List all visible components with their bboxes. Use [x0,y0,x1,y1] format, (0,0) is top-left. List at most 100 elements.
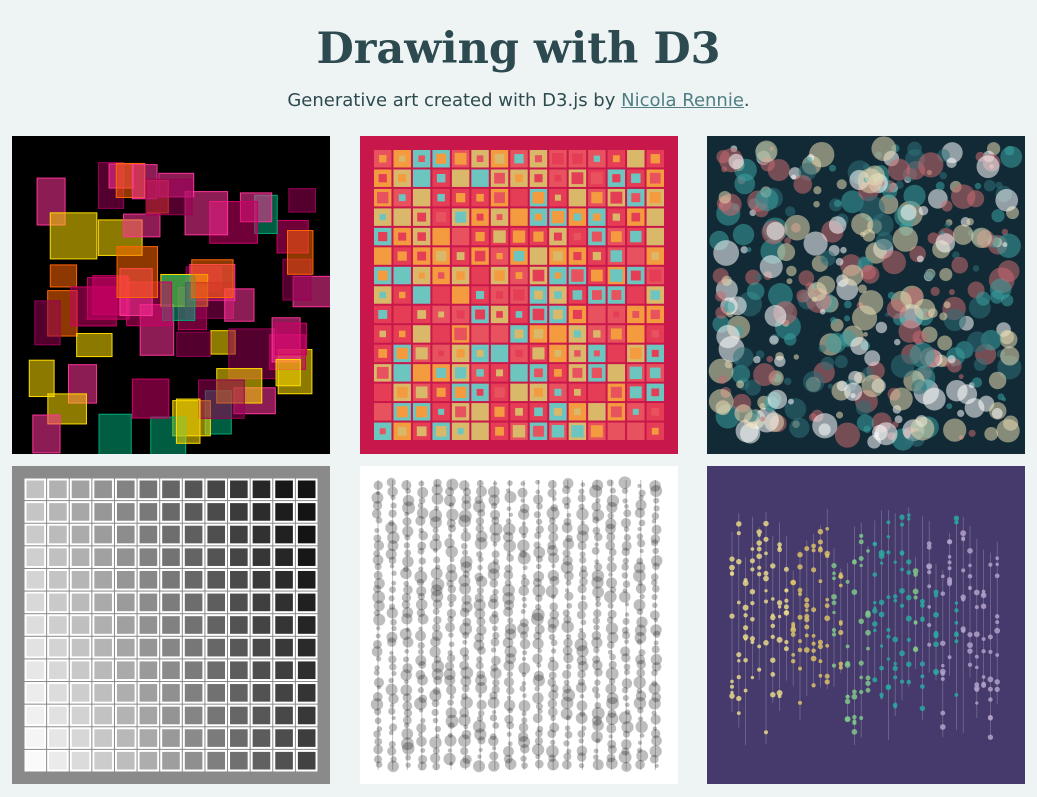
art-dot [575,712,588,725]
art-square-inner [590,172,603,185]
art-gray-cell [250,523,273,546]
art-circle [941,200,953,212]
art-dot [622,730,630,738]
art-dot [591,546,600,555]
art-square-inner [649,172,661,184]
art-square-inner [417,212,427,222]
art-dot [532,692,544,704]
art-node [899,550,905,556]
art-node [817,643,824,650]
art-circle [895,180,904,189]
art-dot [506,695,512,701]
art-circle [886,299,907,319]
art-gray-cell [24,614,47,636]
art-gray-cell [114,659,137,682]
art-dot [648,682,661,695]
art-dot [594,692,601,699]
art-node [913,647,918,652]
art-dot [404,549,412,557]
art-square-inner [590,308,603,321]
art-gray-cell [92,501,114,523]
art-circle [736,380,745,389]
art-dot [532,674,545,687]
art-square-inner [572,153,583,165]
art-square-inner [534,387,543,397]
art-gray-cell [47,501,69,523]
art-node [811,634,816,638]
art-dot [547,698,558,709]
artwork-random-rectangles[interactable] [12,136,330,454]
art-rect [32,414,61,454]
artwork-dot-lines[interactable] [707,466,1025,784]
art-dot [507,617,514,624]
art-dot [651,645,660,654]
art-circle [972,265,980,272]
art-node [893,704,898,709]
art-circle [734,173,756,195]
art-dot [636,668,646,678]
art-square-inner [571,172,584,185]
art-node [946,539,953,545]
art-gray-cell [24,727,47,749]
art-dot [653,617,659,623]
art-gray-cell [47,749,69,772]
author-link[interactable]: Nicola Rennie [621,90,744,111]
art-square-inner [611,367,622,379]
art-node [845,694,850,699]
art-dot [575,682,587,693]
art-dot [432,608,440,615]
art-rect [131,378,170,419]
art-node [960,594,966,600]
art-gray-cell [47,614,69,636]
art-circle [952,224,974,245]
art-dot [387,637,397,647]
art-dot [432,717,439,724]
art-square-inner [572,290,583,300]
art-node [777,694,782,699]
art-dot [388,595,395,602]
art-square-inner [651,252,660,260]
art-dot [639,733,645,738]
art-rect [286,230,314,275]
artwork-nested-squares[interactable] [360,136,678,454]
art-gray-cell [250,614,273,636]
art-dot [534,759,544,769]
art-dot [448,722,455,729]
art-gray-cell [273,749,295,772]
art-rect [76,333,113,358]
art-square-inner [438,311,445,318]
art-dot [649,754,659,764]
art-circle [755,140,778,163]
art-node [859,533,864,539]
art-square-inner [591,192,603,204]
artwork-grayscale-grid[interactable] [12,466,330,784]
art-dot [577,541,587,551]
art-circle [939,267,953,282]
art-circle [783,377,792,386]
art-rect [288,188,316,213]
art-circle [728,153,744,170]
art-node [852,559,857,564]
art-dot [461,500,472,511]
art-dot [521,711,527,717]
art-circle [830,316,837,324]
art-dot [650,714,661,725]
art-node [771,597,775,601]
art-square-inner [613,311,620,318]
art-square-inner [437,272,445,279]
artwork-bokeh-circles[interactable] [707,136,1025,454]
art-dot [537,708,543,714]
art-dot [476,587,484,595]
art-dot [503,676,514,688]
art-dot [373,669,380,676]
art-square-inner [476,349,484,357]
art-node [865,687,871,693]
artwork-dot-columns[interactable] [360,466,678,784]
grayscale-grid-canvas [12,466,330,784]
art-dot [577,670,586,679]
art-rect [49,212,98,260]
art-circle [721,166,728,173]
art-node [926,541,932,547]
art-circle [834,422,861,448]
art-square-inner [651,407,660,416]
